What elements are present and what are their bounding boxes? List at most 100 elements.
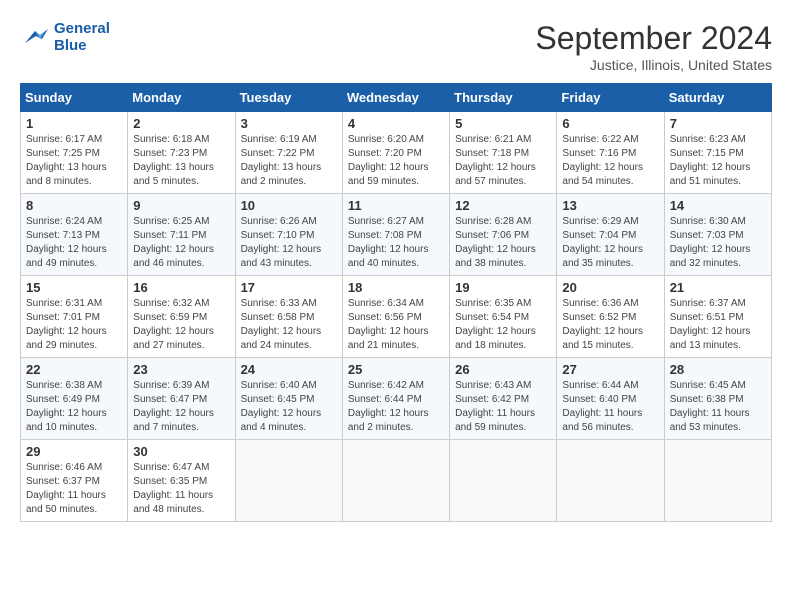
calendar-cell: 23 Sunrise: 6:39 AM Sunset: 6:47 PM Dayli… (128, 358, 235, 440)
calendar-week-2: 8 Sunrise: 6:24 AM Sunset: 7:13 PM Daylig… (21, 194, 772, 276)
calendar-cell: 2Sunrise: 6:18 AM Sunset: 7:23 PM Daylig… (128, 112, 235, 194)
calendar-cell: 30 Sunrise: 6:47 AM Sunset: 6:35 PM Dayli… (128, 440, 235, 522)
calendar-cell: 15 Sunrise: 6:31 AM Sunset: 7:01 PM Dayli… (21, 276, 128, 358)
day-number: 5 (455, 116, 551, 131)
day-info: Sunrise: 6:18 AM Sunset: 7:23 PM Dayligh… (133, 133, 229, 189)
calendar-header-sunday: Sunday (21, 84, 128, 112)
day-number: 19 (455, 280, 551, 295)
calendar-week-4: 22 Sunrise: 6:38 AM Sunset: 6:49 PM Dayli… (21, 358, 772, 440)
day-info: Sunrise: 6:43 AM Sunset: 6:42 PM Dayligh… (455, 379, 551, 435)
calendar-week-3: 15 Sunrise: 6:31 AM Sunset: 7:01 PM Dayli… (21, 276, 772, 358)
day-info: Sunrise: 6:19 AM Sunset: 7:22 PM Dayligh… (241, 133, 337, 189)
calendar-cell: 10 Sunrise: 6:26 AM Sunset: 7:10 PM Dayli… (235, 194, 342, 276)
calendar-header-tuesday: Tuesday (235, 84, 342, 112)
day-info: Sunrise: 6:31 AM Sunset: 7:01 PM Dayligh… (26, 297, 122, 353)
logo-text: General Blue (54, 20, 110, 54)
day-number: 27 (562, 362, 658, 377)
day-info: Sunrise: 6:22 AM Sunset: 7:16 PM Dayligh… (562, 133, 658, 189)
calendar-cell: 4Sunrise: 6:20 AM Sunset: 7:20 PM Daylig… (342, 112, 449, 194)
day-info: Sunrise: 6:28 AM Sunset: 7:06 PM Dayligh… (455, 215, 551, 271)
calendar-cell (557, 440, 664, 522)
calendar-cell (235, 440, 342, 522)
page-header: General Blue September 2024 Justice, Ill… (20, 20, 772, 73)
day-info: Sunrise: 6:44 AM Sunset: 6:40 PM Dayligh… (562, 379, 658, 435)
day-info: Sunrise: 6:39 AM Sunset: 6:47 PM Dayligh… (133, 379, 229, 435)
day-info: Sunrise: 6:42 AM Sunset: 6:44 PM Dayligh… (348, 379, 444, 435)
day-info: Sunrise: 6:23 AM Sunset: 7:15 PM Dayligh… (670, 133, 766, 189)
day-number: 24 (241, 362, 337, 377)
day-info: Sunrise: 6:33 AM Sunset: 6:58 PM Dayligh… (241, 297, 337, 353)
calendar-cell: 13Sunrise: 6:29 AM Sunset: 7:04 PM Dayli… (557, 194, 664, 276)
day-number: 3 (241, 116, 337, 131)
day-number: 9 (133, 198, 229, 213)
calendar-cell: 26 Sunrise: 6:43 AM Sunset: 6:42 PM Dayli… (450, 358, 557, 440)
day-info: Sunrise: 6:47 AM Sunset: 6:35 PM Dayligh… (133, 461, 229, 517)
day-info: Sunrise: 6:35 AM Sunset: 6:54 PM Dayligh… (455, 297, 551, 353)
day-info: Sunrise: 6:26 AM Sunset: 7:10 PM Dayligh… (241, 215, 337, 271)
logo: General Blue (20, 20, 110, 54)
calendar-cell (450, 440, 557, 522)
day-info: Sunrise: 6:34 AM Sunset: 6:56 PM Dayligh… (348, 297, 444, 353)
day-number: 30 (133, 444, 229, 459)
day-number: 1 (26, 116, 122, 131)
calendar-cell: 14 Sunrise: 6:30 AM Sunset: 7:03 PM Dayli… (664, 194, 771, 276)
day-number: 25 (348, 362, 444, 377)
day-info: Sunrise: 6:38 AM Sunset: 6:49 PM Dayligh… (26, 379, 122, 435)
day-number: 6 (562, 116, 658, 131)
day-number: 28 (670, 362, 766, 377)
day-info: Sunrise: 6:24 AM Sunset: 7:13 PM Dayligh… (26, 215, 122, 271)
day-number: 10 (241, 198, 337, 213)
day-number: 29 (26, 444, 122, 459)
day-number: 8 (26, 198, 122, 213)
calendar-cell: 3 Sunrise: 6:19 AM Sunset: 7:22 PM Daylig… (235, 112, 342, 194)
calendar-cell: 5Sunrise: 6:21 AM Sunset: 7:18 PM Daylig… (450, 112, 557, 194)
day-info: Sunrise: 6:40 AM Sunset: 6:45 PM Dayligh… (241, 379, 337, 435)
calendar-cell: 7 Sunrise: 6:23 AM Sunset: 7:15 PM Daylig… (664, 112, 771, 194)
day-info: Sunrise: 6:37 AM Sunset: 6:51 PM Dayligh… (670, 297, 766, 353)
calendar-cell: 11Sunrise: 6:27 AM Sunset: 7:08 PM Dayli… (342, 194, 449, 276)
day-number: 18 (348, 280, 444, 295)
day-info: Sunrise: 6:32 AM Sunset: 6:59 PM Dayligh… (133, 297, 229, 353)
logo-icon (20, 25, 50, 49)
calendar-cell: 16Sunrise: 6:32 AM Sunset: 6:59 PM Dayli… (128, 276, 235, 358)
calendar-header-thursday: Thursday (450, 84, 557, 112)
day-number: 17 (241, 280, 337, 295)
calendar-cell: 27 Sunrise: 6:44 AM Sunset: 6:40 PM Dayli… (557, 358, 664, 440)
day-info: Sunrise: 6:17 AM Sunset: 7:25 PM Dayligh… (26, 133, 122, 189)
day-number: 23 (133, 362, 229, 377)
day-info: Sunrise: 6:25 AM Sunset: 7:11 PM Dayligh… (133, 215, 229, 271)
calendar-cell: 25 Sunrise: 6:42 AM Sunset: 6:44 PM Dayli… (342, 358, 449, 440)
month-title: September 2024 (535, 20, 772, 57)
calendar-cell (342, 440, 449, 522)
day-info: Sunrise: 6:36 AM Sunset: 6:52 PM Dayligh… (562, 297, 658, 353)
calendar-cell: 17 Sunrise: 6:33 AM Sunset: 6:58 PM Dayli… (235, 276, 342, 358)
calendar-cell: 6 Sunrise: 6:22 AM Sunset: 7:16 PM Daylig… (557, 112, 664, 194)
day-number: 4 (348, 116, 444, 131)
calendar-cell: 19 Sunrise: 6:35 AM Sunset: 6:54 PM Dayli… (450, 276, 557, 358)
calendar-cell: 22 Sunrise: 6:38 AM Sunset: 6:49 PM Dayli… (21, 358, 128, 440)
day-number: 12 (455, 198, 551, 213)
location: Justice, Illinois, United States (535, 57, 772, 73)
day-number: 20 (562, 280, 658, 295)
title-area: September 2024 Justice, Illinois, United… (535, 20, 772, 73)
calendar-cell: 12 Sunrise: 6:28 AM Sunset: 7:06 PM Dayli… (450, 194, 557, 276)
calendar-week-1: 1 Sunrise: 6:17 AM Sunset: 7:25 PM Daylig… (21, 112, 772, 194)
calendar-cell: 28Sunrise: 6:45 AM Sunset: 6:38 PM Dayli… (664, 358, 771, 440)
calendar-cell: 8 Sunrise: 6:24 AM Sunset: 7:13 PM Daylig… (21, 194, 128, 276)
calendar-header-monday: Monday (128, 84, 235, 112)
day-number: 22 (26, 362, 122, 377)
calendar-header-wednesday: Wednesday (342, 84, 449, 112)
calendar-cell: 9 Sunrise: 6:25 AM Sunset: 7:11 PM Daylig… (128, 194, 235, 276)
day-number: 21 (670, 280, 766, 295)
day-info: Sunrise: 6:30 AM Sunset: 7:03 PM Dayligh… (670, 215, 766, 271)
day-number: 7 (670, 116, 766, 131)
calendar-cell: 21 Sunrise: 6:37 AM Sunset: 6:51 PM Dayli… (664, 276, 771, 358)
calendar-header-friday: Friday (557, 84, 664, 112)
day-number: 26 (455, 362, 551, 377)
day-number: 13 (562, 198, 658, 213)
day-number: 14 (670, 198, 766, 213)
calendar-cell: 1 Sunrise: 6:17 AM Sunset: 7:25 PM Daylig… (21, 112, 128, 194)
day-number: 11 (348, 198, 444, 213)
calendar-cell: 18 Sunrise: 6:34 AM Sunset: 6:56 PM Dayli… (342, 276, 449, 358)
day-number: 15 (26, 280, 122, 295)
